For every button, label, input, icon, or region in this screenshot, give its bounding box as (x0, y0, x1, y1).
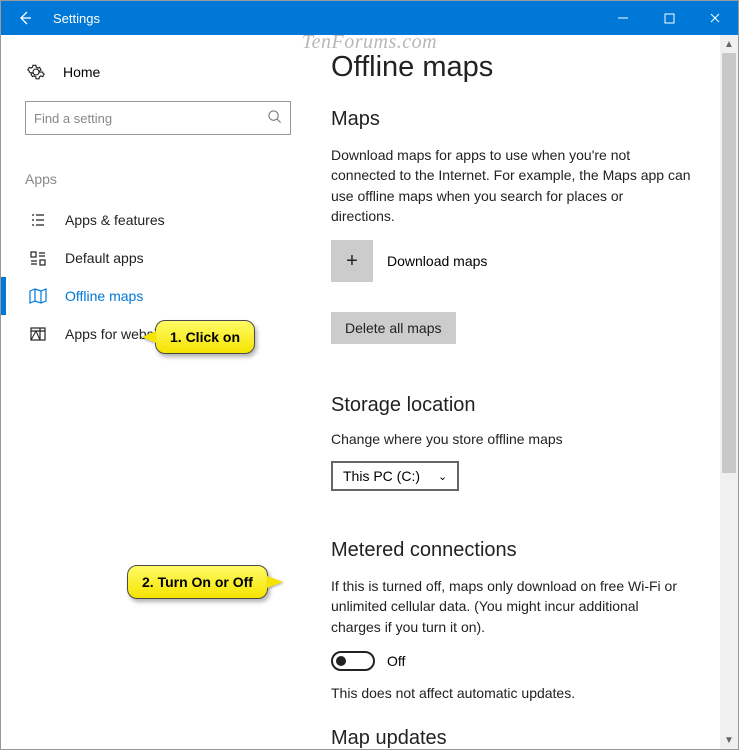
storage-location-dropdown[interactable]: This PC (C:) ⌄ (331, 461, 459, 491)
category-label: Apps (25, 171, 281, 187)
scroll-down-icon[interactable]: ▼ (720, 731, 738, 749)
section-maps-heading: Maps (331, 108, 718, 131)
defaults-icon (29, 249, 47, 267)
page-title: Offline maps (331, 51, 718, 84)
sidebar-item-default-apps[interactable]: Default apps (25, 239, 281, 277)
list-icon (29, 211, 47, 229)
search-placeholder: Find a setting (34, 111, 267, 126)
chevron-down-icon: ⌄ (438, 470, 447, 483)
websites-icon (29, 325, 47, 343)
callout-1: 1. Click on (155, 320, 255, 354)
metered-toggle[interactable] (331, 651, 375, 671)
plus-icon: + (346, 250, 358, 273)
title-bar: Settings (1, 1, 738, 35)
callout-2: 2. Turn On or Off (127, 565, 268, 599)
sidebar-item-label: Apps & features (65, 212, 165, 228)
search-icon (267, 109, 282, 127)
maximize-button[interactable] (646, 1, 692, 35)
search-input[interactable]: Find a setting (25, 101, 291, 135)
arrow-left-icon (16, 9, 34, 27)
sidebar-item-offline-maps[interactable]: Offline maps (25, 277, 281, 315)
map-icon (29, 287, 47, 305)
gear-icon (27, 63, 45, 81)
scroll-thumb[interactable] (722, 53, 736, 473)
download-maps-button[interactable]: + (331, 240, 373, 282)
home-label: Home (63, 64, 100, 80)
sidebar: Home Find a setting Apps Apps & features (1, 35, 301, 749)
scrollbar[interactable]: ▲ ▼ (720, 35, 738, 749)
section-metered-heading: Metered connections (331, 539, 718, 562)
home-link[interactable]: Home (25, 57, 281, 99)
sidebar-item-label: Default apps (65, 250, 144, 266)
sidebar-item-label: Offline maps (65, 288, 143, 304)
settings-window: Settings TenForums.com Home Find a setti… (1, 1, 738, 749)
sidebar-item-apps-features[interactable]: Apps & features (25, 201, 281, 239)
section-updates-heading: Map updates (331, 727, 718, 749)
window-title: Settings (49, 11, 100, 26)
section-metered-desc: If this is turned off, maps only downloa… (331, 576, 691, 637)
metered-note: This does not affect automatic updates. (331, 685, 718, 701)
back-button[interactable] (1, 1, 49, 35)
minimize-button[interactable] (600, 1, 646, 35)
metered-toggle-label: Off (387, 653, 405, 669)
scroll-track[interactable] (720, 53, 738, 731)
section-storage-heading: Storage location (331, 394, 718, 417)
delete-all-maps-button[interactable]: Delete all maps (331, 312, 456, 344)
dropdown-value: This PC (C:) (343, 468, 420, 484)
close-button[interactable] (692, 1, 738, 35)
scroll-up-icon[interactable]: ▲ (720, 35, 738, 53)
section-maps-desc: Download maps for apps to use when you'r… (331, 145, 691, 226)
main-content: Offline maps Maps Download maps for apps… (301, 35, 738, 749)
download-maps-label: Download maps (387, 253, 487, 269)
section-storage-desc: Change where you store offline maps (331, 431, 718, 447)
